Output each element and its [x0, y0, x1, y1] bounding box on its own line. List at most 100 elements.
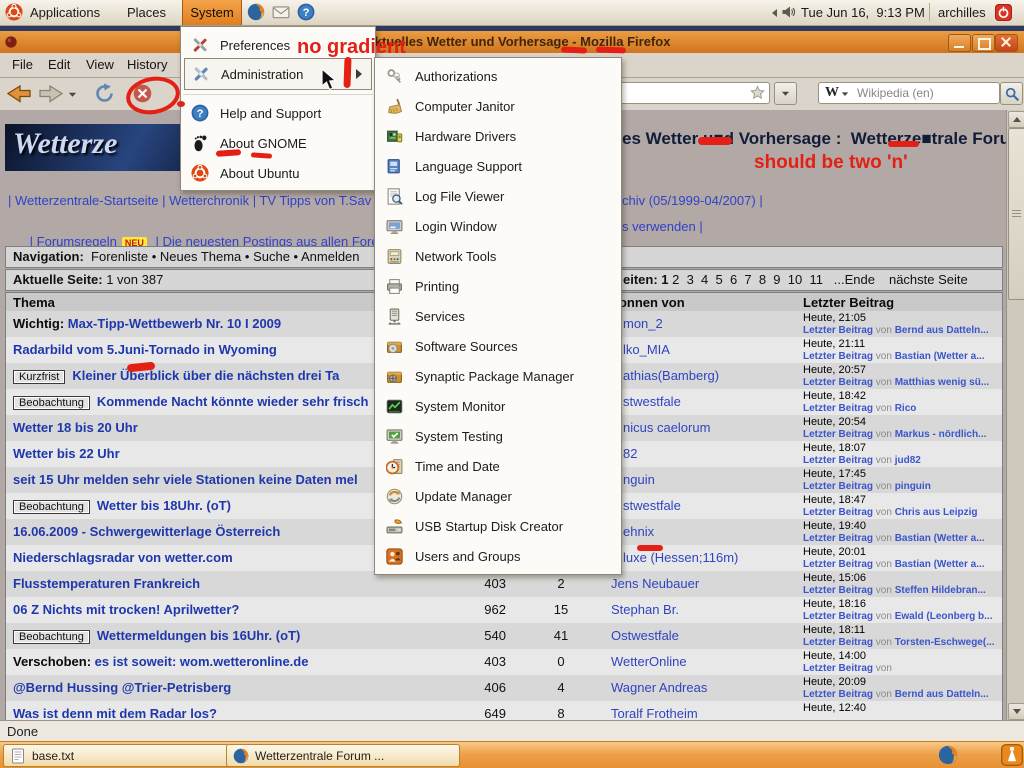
maximize-button[interactable]: [972, 34, 995, 52]
starter-link[interactable]: ehnix: [623, 524, 654, 539]
submenu-item-computer-janitor[interactable]: Computer Janitor: [378, 91, 618, 121]
starter-link[interactable]: nicus caelorum: [623, 420, 710, 435]
ubuntu-logo-icon[interactable]: [5, 3, 23, 21]
starter-link[interactable]: 82: [623, 446, 637, 461]
last-post-author[interactable]: Bastian (Wetter a...: [895, 351, 985, 362]
search-go-button[interactable]: [1000, 82, 1023, 105]
scroll-up-button[interactable]: [1008, 111, 1024, 128]
forward-icon[interactable]: [38, 83, 64, 104]
submenu-item-users-and-groups[interactable]: Users and Groups: [378, 541, 618, 571]
last-post-link[interactable]: Letzter Beitrag: [803, 663, 873, 674]
topic-link[interactable]: Kleiner Überblick über die nächsten drei…: [72, 368, 339, 383]
topic-link[interactable]: 06 Z Nichts mit trocken! Aprilwetter?: [13, 602, 239, 617]
submenu-item-system-monitor[interactable]: System Monitor: [378, 391, 618, 421]
last-post-link[interactable]: Letzter Beitrag: [803, 637, 873, 648]
starter-link[interactable]: nguin: [623, 472, 655, 487]
starter-link[interactable]: Wagner Andreas: [611, 680, 707, 695]
last-post-author[interactable]: Bernd aus Datteln...: [895, 689, 989, 700]
last-post-author[interactable]: Torsten-Eschwege(...: [895, 637, 995, 648]
scroll-down-button[interactable]: [1008, 703, 1024, 720]
volume-icon[interactable]: [781, 4, 797, 20]
topic-link[interactable]: es ist soweit: wom.wetteronline.de: [95, 654, 309, 669]
submenu-item-usb-startup-disk-creator[interactable]: USB Startup Disk Creator: [378, 511, 618, 541]
topic-link[interactable]: Flusstemperaturen Frankreich: [13, 576, 200, 591]
firefox-icon[interactable]: [938, 745, 958, 765]
topic-link[interactable]: Radarbild vom 5.Juni-Tornado in Wyoming: [13, 342, 277, 357]
submenu-item-hardware-drivers[interactable]: Hardware Drivers: [378, 121, 618, 151]
topic-link[interactable]: Wettermeldungen bis 16Uhr. (oT): [97, 628, 300, 643]
taskbar-button[interactable]: base.txt: [3, 744, 229, 767]
starter-link[interactable]: mon_2: [623, 316, 663, 331]
last-post-author[interactable]: Markus - nördlich...: [895, 429, 987, 440]
topic-link[interactable]: Wetter 18 bis 20 Uhr: [13, 420, 138, 435]
last-post-link[interactable]: Letzter Beitrag: [803, 611, 873, 622]
package-icon[interactable]: [1001, 744, 1023, 766]
power-icon[interactable]: [995, 4, 1012, 21]
menu-file[interactable]: File: [12, 57, 33, 72]
starter-link[interactable]: athias(Bamberg): [623, 368, 719, 383]
last-post-author[interactable]: Bastian (Wetter a...: [895, 533, 985, 544]
last-post-author[interactable]: Bernd aus Datteln...: [895, 325, 989, 336]
header-links-1[interactable]: | Wetterzentrale-Startseite | Wetterchro…: [8, 193, 371, 208]
last-post-link[interactable]: Letzter Beitrag: [803, 507, 873, 518]
last-post-author[interactable]: Chris aus Leipzig: [895, 507, 978, 518]
topic-link[interactable]: Was ist denn mit dem Radar los?: [13, 706, 217, 720]
last-post-link[interactable]: Letzter Beitrag: [803, 689, 873, 700]
starter-link[interactable]: Ostwestfale: [611, 628, 679, 643]
last-post-link[interactable]: Letzter Beitrag: [803, 351, 873, 362]
menu-item-about-gnome[interactable]: About GNOME: [184, 128, 372, 158]
topic-link[interactable]: Niederschlagsradar von wetter.com: [13, 550, 233, 565]
starter-link[interactable]: Stephan Br.: [611, 602, 679, 617]
menu-system[interactable]: System: [182, 0, 242, 25]
reload-icon[interactable]: [94, 83, 115, 104]
last-post-link[interactable]: Letzter Beitrag: [803, 559, 873, 570]
last-post-link[interactable]: Letzter Beitrag: [803, 403, 873, 414]
chevron-down-icon[interactable]: [841, 90, 849, 98]
clock[interactable]: Tue Jun 16, 9:13 PM: [801, 5, 925, 20]
submenu-item-time-and-date[interactable]: Time and Date: [378, 451, 618, 481]
back-icon[interactable]: [6, 83, 32, 104]
topic-link[interactable]: Wetter bis 18Uhr. (oT): [97, 498, 231, 513]
last-post-link[interactable]: Letzter Beitrag: [803, 325, 873, 336]
taskbar-button[interactable]: Wetterzentrale Forum ...: [226, 744, 460, 767]
navigation-links[interactable]: Forenliste • Neues Thema • Suche • Anmel…: [84, 249, 360, 264]
last-post-author[interactable]: pinguin: [895, 481, 931, 492]
submenu-item-authorizations[interactable]: Authorizations: [378, 61, 618, 91]
search-engine-icon[interactable]: W: [825, 85, 839, 101]
next-page-link[interactable]: nächste Seite: [889, 272, 968, 287]
last-post-link[interactable]: Letzter Beitrag: [803, 377, 873, 388]
scrollbar-thumb[interactable]: [1008, 128, 1024, 300]
starter-link[interactable]: luxe (Hessen;116m): [623, 550, 738, 565]
minimize-button[interactable]: [948, 34, 971, 52]
topic-link[interactable]: 16.06.2009 - Schwergewitterlage Österrei…: [13, 524, 280, 539]
topic-link[interactable]: @Bernd Hussing @Trier-Petrisberg: [13, 680, 231, 695]
submenu-item-printing[interactable]: Printing: [378, 271, 618, 301]
starter-link[interactable]: stwestfale: [623, 394, 681, 409]
menu-item-help-support[interactable]: ? Help and Support: [184, 98, 372, 128]
last-post-link[interactable]: Letzter Beitrag: [803, 585, 873, 596]
close-button[interactable]: [995, 34, 1018, 52]
starter-link[interactable]: Toralf Frotheim: [611, 706, 698, 720]
last-post-author[interactable]: Rico: [895, 403, 917, 414]
menu-view[interactable]: View: [86, 57, 114, 72]
user-name[interactable]: archilles: [938, 5, 986, 20]
header-links-1b[interactable]: chiv (05/1999-04/2007) |: [622, 193, 763, 208]
topic-link[interactable]: Max-Tipp-Wettbewerb Nr. 10 I 2009: [68, 316, 281, 331]
search-bar[interactable]: W Wikipedia (en): [818, 82, 1000, 104]
search-input[interactable]: Wikipedia (en): [857, 86, 934, 100]
header-links-2b[interactable]: s verwenden |: [622, 219, 703, 234]
submenu-item-system-testing[interactable]: System Testing: [378, 421, 618, 451]
last-post-link[interactable]: Letzter Beitrag: [803, 533, 873, 544]
go-dropdown-button[interactable]: [774, 82, 797, 105]
submenu-item-network-tools[interactable]: Network Tools: [378, 241, 618, 271]
submenu-item-log-file-viewer[interactable]: Log File Viewer: [378, 181, 618, 211]
star-icon[interactable]: [750, 85, 765, 100]
submenu-item-synaptic-package-manager[interactable]: Synaptic Package Manager: [378, 361, 618, 391]
tray-collapse-icon[interactable]: [772, 9, 777, 17]
menu-applications[interactable]: Applications: [30, 5, 100, 20]
menu-item-about-ubuntu[interactable]: About Ubuntu: [184, 158, 372, 188]
last-post-link[interactable]: Letzter Beitrag: [803, 481, 873, 492]
last-post-author[interactable]: Ewald (Leonberg b...: [895, 611, 993, 622]
starter-link[interactable]: Jens Neubauer: [611, 576, 699, 591]
vertical-scrollbar[interactable]: [1006, 110, 1024, 720]
